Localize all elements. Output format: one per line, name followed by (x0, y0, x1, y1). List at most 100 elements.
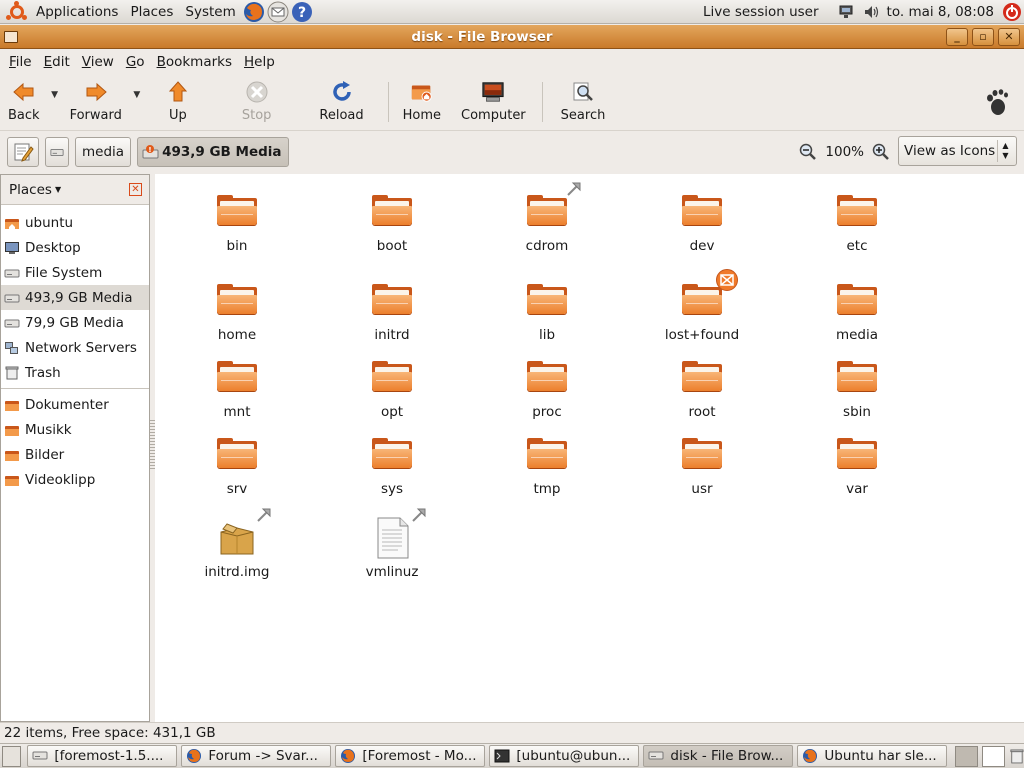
file-item-etc[interactable]: etc (787, 188, 927, 254)
file-item-lost-found[interactable]: lost+found (632, 269, 772, 343)
folder-icon (5, 425, 19, 436)
file-item-media[interactable]: media (787, 277, 927, 343)
back-history-dropdown[interactable]: ▼ (48, 80, 62, 110)
window-titlebar[interactable]: disk - File Browser _ ▫ ✕ (0, 25, 1024, 49)
sidebar-bookmark-musikk[interactable]: Musikk (1, 417, 149, 442)
places-menu[interactable]: Places (124, 0, 179, 24)
close-button[interactable]: ✕ (998, 27, 1020, 46)
window-menu-icon[interactable] (4, 30, 18, 43)
stop-button[interactable]: Stop (212, 80, 300, 126)
zoom-in-icon[interactable] (872, 143, 890, 161)
file-item-dev[interactable]: dev (632, 188, 772, 254)
ubuntu-logo-icon[interactable] (6, 0, 28, 23)
file-item-sys[interactable]: sys (322, 431, 462, 497)
sidebar-item-493-9-gb-media[interactable]: 493,9 GB Media (1, 285, 149, 310)
view-mode-select[interactable]: View as Icons ▲ ▼ (898, 136, 1017, 166)
taskbar-window-2[interactable]: Forum -> Svar... (181, 745, 332, 767)
file-item-mnt[interactable]: mnt (167, 354, 307, 420)
back-button[interactable]: Back (0, 80, 48, 126)
file-item-var[interactable]: var (787, 431, 927, 497)
home-folder-icon (5, 218, 19, 229)
power-icon[interactable] (1002, 2, 1022, 22)
sidebar-item-label: ubuntu (25, 214, 74, 231)
drive-icon (32, 751, 48, 760)
taskbar-window-5[interactable]: disk - File Brow... (643, 745, 794, 767)
back-arrow-icon (12, 80, 36, 104)
zoom-level[interactable]: 100% (825, 144, 864, 160)
system-menu[interactable]: System (179, 0, 241, 24)
menu-edit[interactable]: Edit (38, 54, 76, 70)
up-button[interactable]: Up (144, 80, 212, 126)
toggle-location-entry-button[interactable] (7, 136, 39, 167)
file-item-proc[interactable]: proc (477, 354, 617, 420)
sidebar-item-desktop[interactable]: Desktop (1, 235, 149, 260)
forward-history-dropdown[interactable]: ▼ (130, 80, 144, 110)
sidebar-item-trash[interactable]: Trash (1, 360, 149, 385)
sidebar-item-ubuntu[interactable]: ubuntu (1, 210, 149, 235)
stop-label: Stop (241, 108, 272, 123)
sidebar-item-label: Bilder (25, 446, 65, 463)
session-user-label[interactable]: Live session user (703, 4, 833, 20)
up-arrow-icon (166, 80, 190, 104)
minimize-button[interactable]: _ (946, 27, 968, 46)
file-item-home[interactable]: home (167, 277, 307, 343)
close-sidebar-button[interactable]: ✕ (129, 183, 142, 196)
mail-icon[interactable] (267, 1, 289, 23)
maximize-button[interactable]: ▫ (972, 27, 994, 46)
help-icon[interactable]: ? (291, 1, 313, 23)
computer-button[interactable]: Computer (447, 80, 534, 126)
file-item-usr[interactable]: usr (632, 431, 772, 497)
network-status-icon[interactable] (838, 5, 854, 19)
workspace-1-button[interactable] (955, 745, 979, 767)
file-icon-view[interactable]: bin boot cdrom dev etc home initrd lib lost+foun… (155, 174, 1024, 722)
drive-icon (648, 751, 664, 760)
file-item-initrd[interactable]: initrd (322, 277, 462, 343)
file-item-sbin[interactable]: sbin (787, 354, 927, 420)
crumb-root-button[interactable] (45, 136, 69, 167)
sidebar-item-file-system[interactable]: File System (1, 260, 149, 285)
file-item-label: boot (376, 238, 408, 254)
folder-icon (678, 354, 726, 402)
file-item-root[interactable]: root (632, 354, 772, 420)
crumb-current-button[interactable]: ! 493,9 GB Media (137, 136, 289, 167)
file-item-srv[interactable]: srv (167, 431, 307, 497)
sidebar-item-network-servers[interactable]: Network Servers (1, 335, 149, 360)
sidebar-bookmark-bilder[interactable]: Bilder (1, 442, 149, 467)
taskbar-window-6[interactable]: Ubuntu har sle... (797, 745, 948, 767)
file-item-cdrom[interactable]: cdrom (477, 181, 617, 254)
file-item-tmp[interactable]: tmp (477, 431, 617, 497)
taskbar-window-3[interactable]: [Foremost - Mo... (335, 745, 486, 767)
taskbar-window-4[interactable]: [ubuntu@ubun... (489, 745, 640, 767)
menu-view[interactable]: View (76, 54, 120, 70)
workspace-2-button[interactable] (982, 745, 1006, 767)
file-item-vmlinuz[interactable]: vmlinuz (322, 507, 462, 580)
taskbar-window-1[interactable]: [foremost-1.5.... (27, 745, 178, 767)
stop-icon (245, 80, 269, 104)
firefox-icon[interactable] (243, 1, 265, 23)
trash-icon[interactable] (1010, 747, 1024, 765)
sidebar-item-79-9-gb-media[interactable]: 79,9 GB Media (1, 310, 149, 335)
menu-go[interactable]: Go (120, 54, 151, 70)
sidebar-bookmark-dokumenter[interactable]: Dokumenter (1, 392, 149, 417)
menu-file[interactable]: File (3, 54, 38, 70)
file-item-boot[interactable]: boot (322, 188, 462, 254)
clock[interactable]: to. mai 8, 08:08 (885, 4, 1002, 20)
menu-help[interactable]: Help (238, 54, 281, 70)
file-item-lib[interactable]: lib (477, 277, 617, 343)
sidebar-bookmark-videoklipp[interactable]: Videoklipp (1, 467, 149, 492)
reload-button[interactable]: Reload (299, 80, 379, 126)
volume-icon[interactable] (864, 5, 880, 19)
file-item-bin[interactable]: bin (167, 188, 307, 254)
forward-button[interactable]: Forward (62, 80, 130, 126)
file-item-opt[interactable]: opt (322, 354, 462, 420)
file-item-initrd-img[interactable]: initrd.img (167, 507, 307, 580)
zoom-out-icon[interactable] (799, 143, 817, 161)
menu-bookmarks[interactable]: Bookmarks (151, 54, 238, 70)
search-button[interactable]: Search (551, 80, 616, 126)
home-button[interactable]: Home (397, 80, 447, 126)
folder-icon (523, 431, 571, 479)
applications-menu[interactable]: Applications (30, 0, 124, 24)
crumb-media-button[interactable]: media (75, 136, 132, 167)
show-desktop-button[interactable] (2, 745, 22, 767)
sidebar-header[interactable]: Places ▼ ✕ (1, 175, 149, 205)
